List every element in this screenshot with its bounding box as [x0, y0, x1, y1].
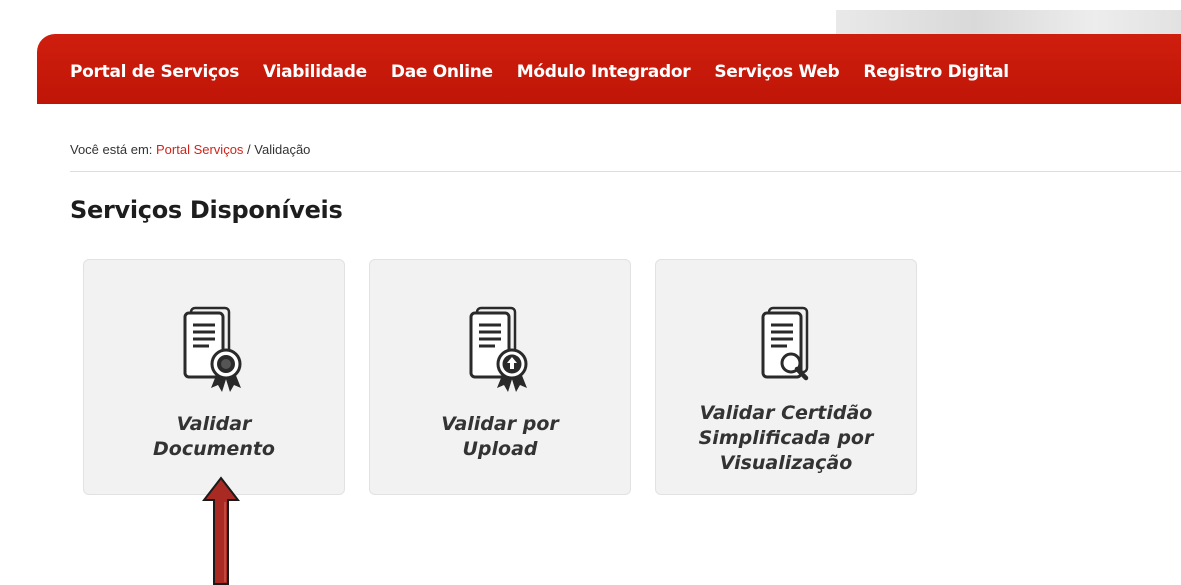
card-label-line-2: Documento — [153, 438, 275, 460]
card-label-line-3: Visualização — [719, 452, 853, 474]
nav-item-portal-de-servicos[interactable]: Portal de Serviços — [70, 60, 239, 84]
annotation-arrow-up-icon — [202, 476, 240, 585]
document-magnifier-icon — [761, 306, 809, 381]
breadcrumb-prefix: Você está em: — [70, 142, 156, 157]
nav-item-viabilidade[interactable]: Viabilidade — [263, 60, 367, 84]
breadcrumb: Você está em: Portal Serviços / Validaçã… — [70, 142, 310, 157]
card-validar-certidao-simplificada[interactable]: Validar Certidão Simplificada por Visual… — [655, 259, 917, 495]
breadcrumb-link-portal-servicos[interactable]: Portal Serviços — [156, 142, 243, 157]
breadcrumb-separator: / — [243, 142, 255, 157]
top-strip — [0, 0, 1181, 34]
left-gutter — [0, 0, 37, 585]
card-label-line-1: Validar Certidão — [699, 402, 873, 424]
nav-item-registro-digital[interactable]: Registro Digital — [863, 60, 1009, 84]
card-validar-documento[interactable]: Validar Documento — [83, 259, 345, 495]
main-content: Você está em: Portal Serviços / Validaçã… — [37, 104, 1181, 585]
nav-item-servicos-web[interactable]: Serviços Web — [714, 60, 839, 84]
document-upload-seal-icon — [469, 306, 528, 392]
card-label: Validar Certidão Simplificada por Visual… — [666, 401, 906, 476]
card-label: Validar Documento — [94, 412, 334, 462]
card-label-line-2: Upload — [462, 438, 538, 460]
breadcrumb-current: Validação — [254, 142, 311, 157]
header-decoration — [836, 10, 1181, 34]
card-label: Validar por Upload — [380, 412, 620, 462]
nav-item-modulo-integrador[interactable]: Módulo Integrador — [517, 60, 691, 84]
card-label-line-2: Simplificada por — [698, 427, 874, 449]
nav-list: Portal de Serviços Viabilidade Dae Onlin… — [70, 60, 1009, 84]
main-navbar: Portal de Serviços Viabilidade Dae Onlin… — [37, 34, 1181, 104]
card-label-line-1: Validar por — [441, 413, 559, 435]
card-label-line-1: Validar — [176, 413, 252, 435]
divider — [70, 171, 1181, 172]
nav-item-dae-online[interactable]: Dae Online — [391, 60, 493, 84]
page: Portal de Serviços Viabilidade Dae Onlin… — [0, 0, 1181, 585]
card-validar-por-upload[interactable]: Validar por Upload — [369, 259, 631, 495]
document-seal-icon — [183, 306, 242, 392]
section-title: Serviços Disponíveis — [70, 196, 343, 224]
